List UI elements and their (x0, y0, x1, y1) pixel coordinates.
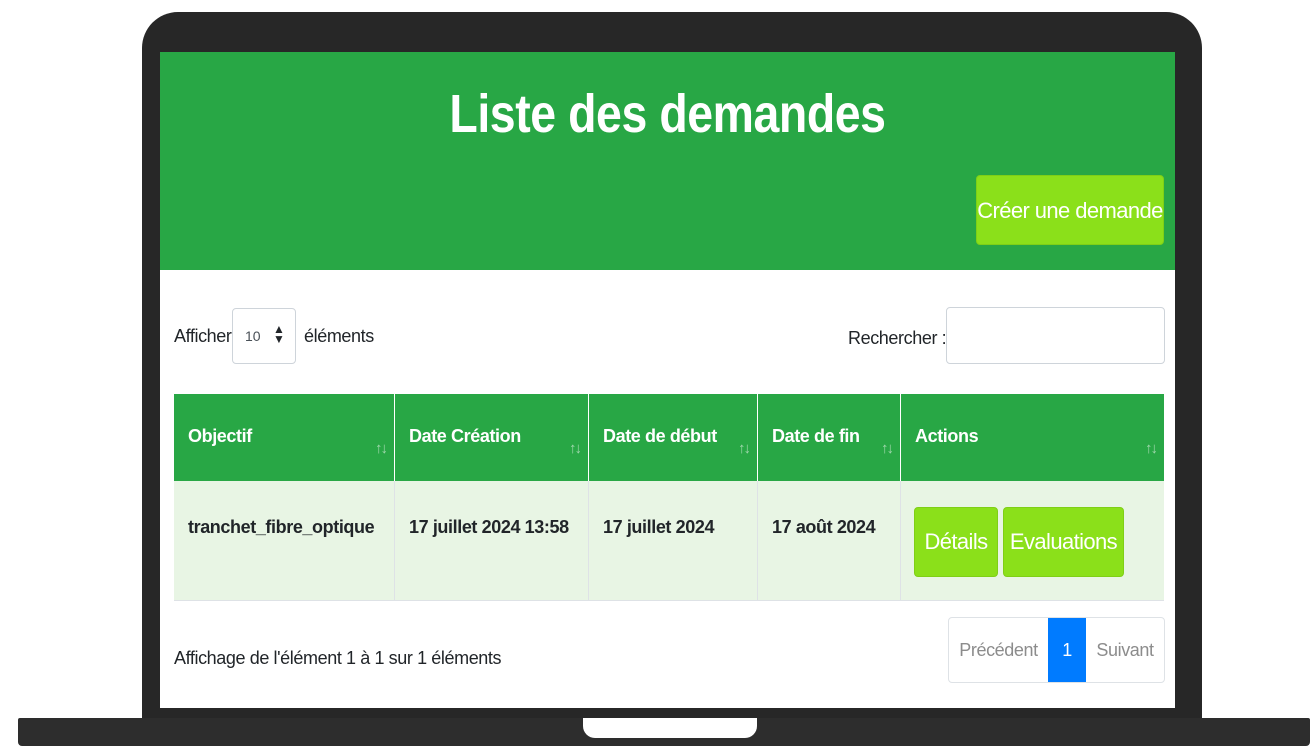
cell-text: 17 août 2024 (772, 517, 876, 537)
search-input[interactable] (946, 307, 1165, 364)
page-header: Liste des demandes Créer une demande (160, 52, 1175, 270)
column-header-label: Date de fin (772, 426, 860, 446)
cell-text: 17 juillet 2024 13:58 (409, 517, 569, 537)
sort-arrows-icon: ↑↓ (738, 440, 751, 457)
laptop-notch (583, 718, 757, 738)
table-header: Objectif ↑↓ Date Création ↑↓ Date de déb… (174, 394, 1164, 481)
column-header-label: Date Création (409, 426, 521, 446)
sort-caret-icon: ▲ ▼ (273, 322, 285, 346)
cell-text: 17 juillet 2024 (603, 517, 715, 537)
create-request-button[interactable]: Créer une demande (976, 175, 1164, 245)
cell-date-creation: 17 juillet 2024 13:58 (395, 481, 589, 601)
page-title: Liste des demandes (449, 84, 886, 144)
pagination-next[interactable]: Suivant (1086, 618, 1164, 682)
details-button[interactable]: Détails (914, 507, 998, 577)
column-header-actions[interactable]: Actions ↑↓ (901, 394, 1164, 481)
entries-suffix-label: éléments (304, 326, 374, 346)
pagination-previous[interactable]: Précédent (949, 618, 1048, 682)
evaluations-button[interactable]: Evaluations (1003, 507, 1124, 577)
sort-arrows-icon: ↑↓ (375, 440, 388, 457)
table-row: tranchet_fibre_optique 17 juillet 2024 1… (174, 481, 1164, 601)
column-header-date-debut[interactable]: Date de début ↑↓ (589, 394, 758, 481)
cell-objectif: tranchet_fibre_optique (174, 481, 395, 601)
sort-arrows-icon: ↑↓ (1145, 440, 1158, 457)
column-header-label: Actions (915, 426, 979, 446)
sort-arrows-icon: ↑↓ (569, 440, 582, 457)
table-info: Affichage de l'élément 1 à 1 sur 1 éléme… (174, 648, 502, 668)
column-header-objectif[interactable]: Objectif ↑↓ (174, 394, 395, 481)
cell-date-fin: 17 août 2024 (758, 481, 901, 601)
pagination: Précédent 1 Suivant (948, 617, 1165, 683)
pagination-page-1[interactable]: 1 (1048, 618, 1086, 682)
cell-actions: Détails Evaluations (901, 481, 1164, 601)
column-header-date-creation[interactable]: Date Création ↑↓ (395, 394, 589, 481)
screen: Liste des demandes Créer une demande Aff… (160, 52, 1175, 708)
column-header-label: Date de début (603, 426, 717, 446)
column-header-date-fin[interactable]: Date de fin ↑↓ (758, 394, 901, 481)
show-entries-label: Afficher (174, 326, 232, 346)
cell-text: tranchet_fibre_optique (188, 517, 375, 537)
page-length-value: 10 (245, 328, 261, 344)
search-label: Rechercher : (848, 328, 947, 348)
page-length-select[interactable]: 10 ▲ ▼ (232, 308, 296, 364)
column-header-label: Objectif (188, 426, 252, 446)
cell-date-debut: 17 juillet 2024 (589, 481, 758, 601)
sort-arrows-icon: ↑↓ (881, 440, 894, 457)
